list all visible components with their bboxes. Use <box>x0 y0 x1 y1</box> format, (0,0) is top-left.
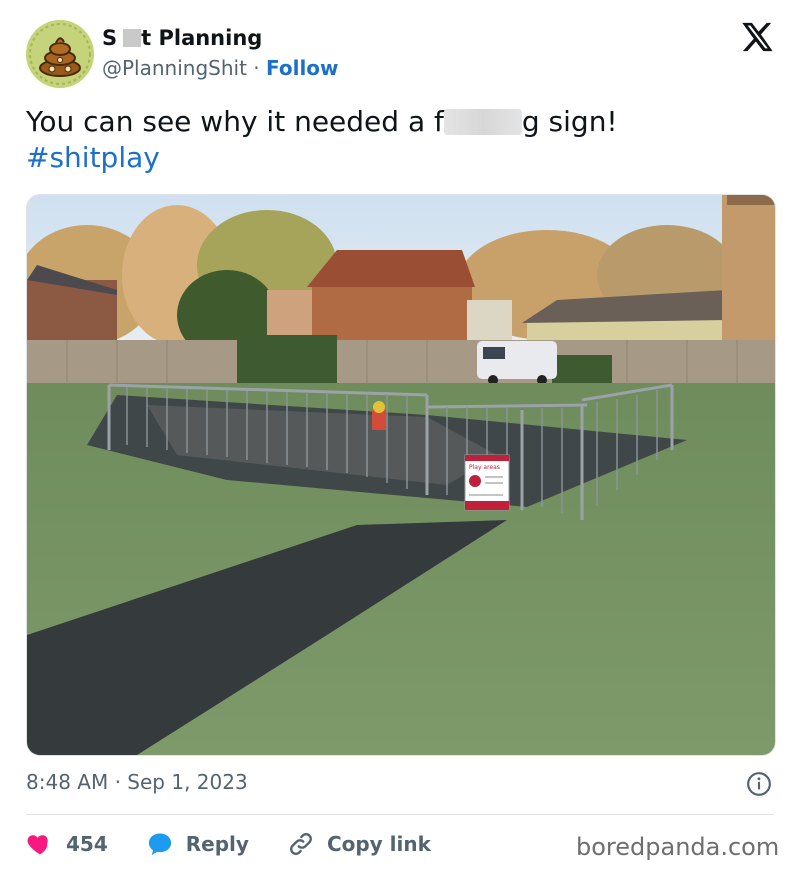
tweet-text: You can see why it needed a f g sign! #sh… <box>26 104 766 176</box>
tweet-photo[interactable]: Play areas <box>26 194 776 756</box>
censor-block <box>123 29 142 47</box>
tweet-date: Sep 1, 2023 <box>127 770 248 794</box>
playground-photo: Play areas <box>27 195 775 755</box>
timestamp[interactable]: 8:48 AM · Sep 1, 2023 <box>26 770 248 794</box>
action-bar: 454 Reply Copy link <box>26 826 431 862</box>
handle-row: @PlanningShit · Follow <box>102 56 339 80</box>
like-button[interactable]: 454 <box>26 830 108 858</box>
handle-separator: · <box>253 56 260 80</box>
reply-bubble-icon <box>148 833 171 856</box>
display-name[interactable]: St Planning <box>102 26 262 50</box>
sign-title: Play areas <box>469 464 500 471</box>
hashtag-link[interactable]: #shitplay <box>26 140 766 176</box>
poop-avatar-icon <box>26 20 94 88</box>
link-icon <box>290 833 312 855</box>
reply-label: Reply <box>185 832 249 856</box>
timestamp-separator: · <box>114 770 121 794</box>
copy-link-button[interactable]: Copy link <box>287 830 431 858</box>
copy-link-label: Copy link <box>326 832 431 856</box>
watermark: boredpanda.com <box>576 833 780 861</box>
tweet-text-before: You can see why it needed a f <box>26 105 444 138</box>
display-name-start: S <box>102 26 118 50</box>
x-logo-icon[interactable] <box>740 20 774 54</box>
reply-button[interactable]: Reply <box>146 830 249 858</box>
info-icon[interactable] <box>746 771 772 797</box>
blurred-word <box>443 109 522 135</box>
handle[interactable]: @PlanningShit <box>102 56 247 80</box>
tweet-time: 8:48 AM <box>26 770 109 794</box>
divider <box>26 814 774 815</box>
heart-icon <box>27 835 48 855</box>
avatar[interactable] <box>26 20 94 88</box>
tweet-card: St Planning @PlanningShit · Follow You c… <box>0 0 800 874</box>
display-name-end: t Planning <box>141 26 263 50</box>
tweet-text-after: g sign! <box>521 105 618 138</box>
like-count: 454 <box>66 832 108 856</box>
follow-button[interactable]: Follow <box>266 56 339 80</box>
